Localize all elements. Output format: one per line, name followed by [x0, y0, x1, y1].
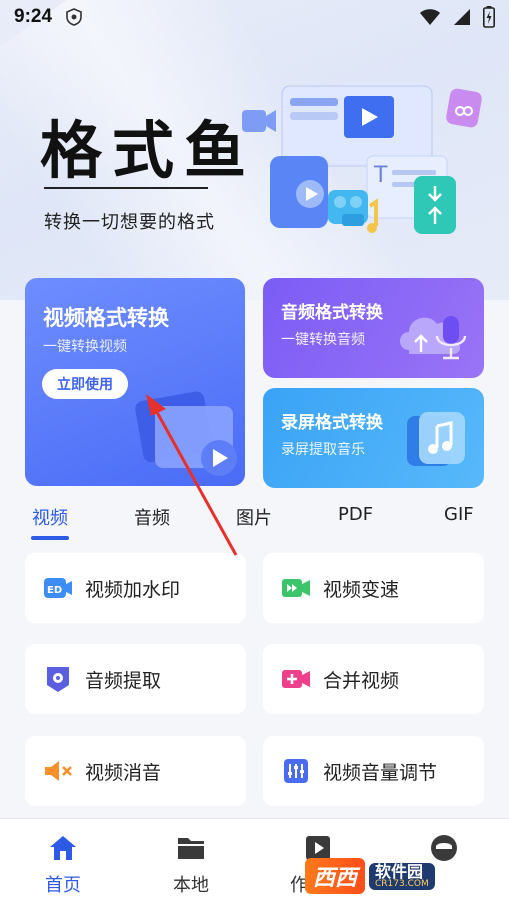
status-bar: 9:24: [0, 0, 509, 34]
folder-icon: [151, 831, 231, 865]
wifi-icon: [420, 9, 440, 25]
app-subtitle: 转换一切想要的格式: [44, 212, 215, 233]
svg-text:T: T: [373, 163, 388, 188]
audio-convert-card[interactable]: 音频格式转换 一键转换音频: [263, 278, 484, 378]
tool-label: 视频音量调节: [323, 761, 438, 784]
status-time: 9:24: [14, 6, 53, 27]
battery-icon: [483, 6, 495, 28]
nav-local-label: 本地: [173, 875, 209, 896]
tab-active-indicator: [31, 536, 69, 540]
audio-convert-desc: 一键转换音频: [281, 332, 365, 348]
tab-gif[interactable]: GIF: [444, 504, 474, 525]
tab-video[interactable]: 视频: [32, 504, 68, 530]
category-tabs: 视频 音频 图片 PDF GIF: [0, 500, 509, 542]
tool-video-volume[interactable]: 视频音量调节: [263, 736, 484, 806]
audio-convert-title: 音频格式转换: [281, 303, 383, 323]
mute-icon: [43, 756, 73, 786]
signal-icon: [454, 9, 470, 25]
watermark-icon: ED: [43, 573, 73, 603]
tab-image[interactable]: 图片: [236, 504, 272, 530]
speed-icon: [281, 573, 311, 603]
tool-audio-extract[interactable]: 音频提取: [25, 644, 246, 714]
cloud-mic-icon: [400, 316, 467, 360]
watermark-right-top: 软件园: [375, 861, 424, 881]
video-card-icon: [135, 391, 237, 476]
shield-icon: [66, 8, 82, 26]
screen-convert-title: 录屏格式转换: [281, 413, 383, 433]
tool-label: 视频加水印: [85, 578, 181, 601]
tab-audio[interactable]: 音频: [134, 504, 170, 530]
tool-label: 音频提取: [85, 669, 162, 692]
tool-label: 合并视频: [323, 669, 400, 692]
nav-local[interactable]: 本地: [151, 831, 231, 897]
volume-adjust-icon: [281, 756, 311, 786]
video-convert-card[interactable]: 视频格式转换 一键转换视频 立即使用: [25, 278, 245, 486]
site-watermark: 西西 软件园 CR173.COM: [305, 856, 495, 896]
home-icon: [23, 831, 103, 865]
screen-convert-desc: 录屏提取音乐: [281, 442, 365, 458]
tool-label: 视频消音: [85, 761, 162, 784]
header-illustration: T: [242, 85, 482, 234]
svg-text:ED: ED: [47, 585, 62, 596]
title-divider: [44, 187, 208, 189]
watermark-right-bottom: CR173.COM: [375, 878, 429, 889]
app-title: 格式鱼: [40, 114, 257, 187]
nav-home[interactable]: 首页: [23, 831, 103, 897]
audio-extract-icon: [43, 664, 73, 694]
tool-label: 视频变速: [323, 578, 400, 601]
merge-icon: [281, 664, 311, 694]
video-convert-title: 视频格式转换: [43, 306, 169, 330]
music-note-icon: [407, 412, 465, 466]
tool-video-watermark[interactable]: ED 视频加水印: [25, 553, 246, 623]
tab-pdf[interactable]: PDF: [338, 504, 373, 525]
tool-merge-video[interactable]: 合并视频: [263, 644, 484, 714]
use-now-button[interactable]: 立即使用: [42, 369, 128, 399]
screen-record-convert-card[interactable]: 录屏格式转换 录屏提取音乐: [263, 388, 484, 488]
watermark-right: 软件园 CR173.COM: [369, 861, 435, 890]
watermark-left: 西西: [305, 858, 366, 894]
video-convert-desc: 一键转换视频: [43, 339, 127, 355]
nav-home-label: 首页: [45, 875, 81, 896]
tool-video-speed[interactable]: 视频变速: [263, 553, 484, 623]
tool-video-mute[interactable]: 视频消音: [25, 736, 246, 806]
